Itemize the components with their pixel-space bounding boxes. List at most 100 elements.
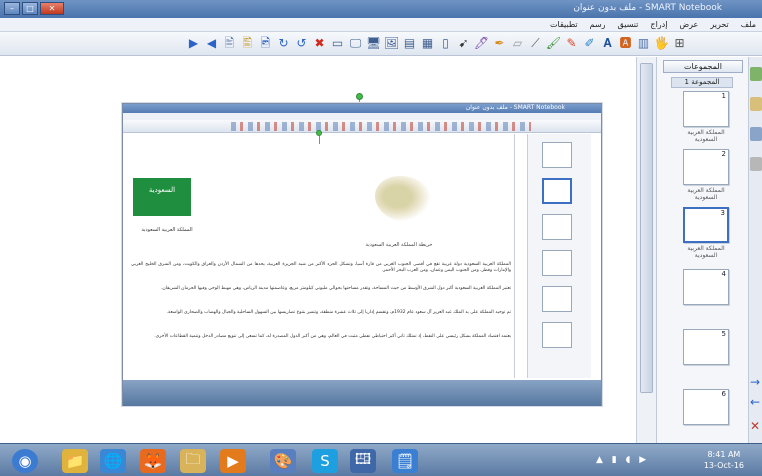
page-thumbnail-4[interactable]: 4	[683, 269, 729, 305]
page-sorter-tab-icon[interactable]	[750, 67, 762, 81]
menu-insert[interactable]: إدراج	[650, 20, 667, 29]
next-page-icon[interactable]: ▶	[186, 36, 201, 51]
page-caption-1: المملكة العربية السعودية	[687, 129, 725, 143]
page-tool-icon[interactable]: ▯	[438, 36, 453, 51]
shot-thumb	[542, 322, 572, 348]
grid-icon[interactable]: ▦	[420, 36, 435, 51]
arrow-left-icon[interactable]: ←	[750, 395, 760, 409]
shot-menu-bar	[123, 113, 601, 120]
menu-edit[interactable]: تحرير	[710, 20, 728, 29]
shot-window-title: ملف بدون عنوان - SMART Notebook	[465, 104, 565, 111]
text-icon[interactable]: 𝐀	[600, 36, 615, 51]
notebook-icon[interactable]: 🖽	[350, 449, 376, 473]
page-caption-3: المملكة العربية السعودية	[687, 245, 725, 259]
shot-thumb	[542, 214, 572, 240]
page-sorter-panel: المجموعات المجموعة 1 1 المملكة العربية ا…	[656, 57, 748, 443]
vertical-scrollbar[interactable]	[636, 57, 656, 443]
explorer-icon[interactable]: 📁	[62, 449, 88, 473]
shot-thumb	[542, 286, 572, 312]
clock[interactable]: 8:41 AM 13-Oct-16	[704, 449, 744, 471]
undo-icon[interactable]: ↺	[294, 36, 309, 51]
rotate-handle[interactable]	[356, 93, 363, 100]
shot-thumb	[542, 250, 572, 276]
open-file-icon[interactable]: 🖺	[240, 36, 255, 51]
properties-icon[interactable]: ▥	[636, 36, 651, 51]
saudi-map-image	[375, 176, 431, 222]
page-number: 2	[721, 150, 726, 158]
prev-page-icon[interactable]: ◀	[204, 36, 219, 51]
delete-icon[interactable]: ✕	[750, 419, 760, 433]
save-file-icon[interactable]: 🖻	[258, 36, 273, 51]
windows-taskbar: ◉ 📁 🌐 🦊 🗀 ▶ 🎨 S 🖽 🗒 ▲ ▮ ◖ ▶ 8:41 AM 13-Oct-16	[0, 443, 762, 476]
menu-addons[interactable]: تطبيقات	[550, 20, 578, 29]
hand-icon[interactable]: 🖐	[654, 36, 669, 51]
page-number: 3	[720, 209, 725, 217]
firefox-icon[interactable]: 🦊	[140, 449, 166, 473]
page-thumbnail-6[interactable]: 6	[683, 389, 729, 425]
gallery-tab-icon[interactable]	[750, 97, 762, 111]
properties-tab-icon[interactable]	[750, 157, 762, 171]
saudi-flag-image: السعودية	[133, 178, 191, 216]
paragraph-1: المملكة العربية السعودية دولة عربية تقع …	[131, 262, 511, 273]
page-number: 6	[721, 390, 726, 398]
select-arrow-icon[interactable]: ➹	[456, 36, 471, 51]
menu-draw[interactable]: رسم	[590, 20, 606, 29]
move-toolbar-icon[interactable]: ⊞	[672, 36, 687, 51]
close-button[interactable]: ✕	[40, 2, 64, 15]
group-header[interactable]: المجموعة 1	[671, 77, 733, 88]
arrow-right-icon[interactable]: →	[750, 375, 760, 389]
magic-pen-icon[interactable]: ✎	[564, 36, 579, 51]
eraser-icon[interactable]: ▱	[510, 36, 525, 51]
flag-text: السعودية	[148, 186, 176, 194]
screen-shade-icon[interactable]: ▭	[330, 36, 345, 51]
shot-toolbar	[123, 120, 601, 133]
page-thumbnail-1[interactable]: 1	[683, 91, 729, 127]
redo-icon[interactable]: ↻	[276, 36, 291, 51]
flag-caption: المملكة العربية السعودية	[141, 227, 193, 233]
maximize-button[interactable]: □	[22, 2, 38, 15]
page-thumbnail-2[interactable]: 2	[683, 149, 729, 185]
groups-button[interactable]: المجموعات	[663, 60, 743, 73]
paint-icon[interactable]: 🎨	[270, 449, 296, 473]
window-controls: – □ ✕	[4, 2, 64, 15]
minimize-button[interactable]: –	[4, 2, 20, 15]
pasted-screenshot-object[interactable]: ملف بدون عنوان - SMART Notebook السعودية…	[122, 103, 602, 406]
map-caption: خريطة المملكة العربية السعودية	[365, 242, 433, 248]
paragraph-3: تم توحيد المملكة على يد الملك عبد العزيز…	[166, 310, 511, 315]
full-screen-icon[interactable]: 🖥	[366, 36, 381, 51]
menu-file[interactable]: ملف	[741, 20, 756, 29]
clock-time: 8:41 AM	[707, 450, 741, 459]
line-icon[interactable]: ⟋	[528, 36, 543, 51]
folder-icon[interactable]: 🗀	[180, 449, 206, 473]
toolbar-icons: ▶ ◀ 🖹 🖺 🖻 ↻ ↺ ✖ ▭ 🖵 🖥 🖼 ▤ ▦ ▯ ➹ 🖊 ✒ ▱ ⟋ 🖌 ✎ ✐ 𝐀 🅰 ▥ 🖐 ⊞	[186, 36, 687, 51]
attachments-tab-icon[interactable]	[750, 127, 762, 141]
menu-format[interactable]: تنسيق	[618, 20, 639, 29]
menu-view[interactable]: عرض	[679, 20, 698, 29]
display-icon[interactable]: 🖵	[348, 36, 363, 51]
blank-page-icon[interactable]: 🖹	[222, 36, 237, 51]
media-player-icon[interactable]: ▶	[220, 449, 246, 473]
notepad-icon[interactable]: 🗒	[392, 449, 418, 473]
scrollbar-thumb[interactable]	[640, 63, 653, 393]
main-toolbar: ▶ ◀ 🖹 🖺 🖻 ↻ ↺ ✖ ▭ 🖵 🖥 🖼 ▤ ▦ ▯ ➹ 🖊 ✒ ▱ ⟋ 🖌 ✎ ✐ 𝐀 🅰 ▥ 🖐 ⊞	[0, 32, 762, 56]
delete-icon[interactable]: ✖	[312, 36, 327, 51]
table-icon[interactable]: ▤	[402, 36, 417, 51]
shape-icon[interactable]: 🖌	[546, 36, 561, 51]
start-orb-icon[interactable]: ◉	[12, 449, 38, 473]
page-thumbnail-3[interactable]: 3	[683, 207, 729, 243]
pen-icon[interactable]: 🖊	[474, 36, 489, 51]
title-bar: – □ ✕ ملف بدون عنوان - SMART Notebook	[0, 0, 762, 18]
paragraph-4: يعتمد اقتصاد المملكة بشكل رئيسي على النف…	[154, 334, 511, 339]
system-tray: ▲ ▮ ◖ ▶	[596, 455, 650, 465]
highlighter-icon[interactable]: ✒	[492, 36, 507, 51]
ie-icon[interactable]: 🌐	[100, 449, 126, 473]
creative-pen-icon[interactable]: ✐	[582, 36, 597, 51]
page-thumbnail-5[interactable]: 5	[683, 329, 729, 365]
shot-thumb	[542, 142, 572, 168]
menu-bar: ملف تحرير عرض إدراج تنسيق رسم تطبيقات	[0, 18, 762, 32]
page-number: 1	[721, 92, 726, 100]
shot-rotate-line	[319, 136, 320, 144]
skype-icon[interactable]: S	[312, 449, 338, 473]
gallery-icon[interactable]: 🖼	[384, 36, 399, 51]
fill-icon[interactable]: 🅰	[618, 36, 633, 51]
